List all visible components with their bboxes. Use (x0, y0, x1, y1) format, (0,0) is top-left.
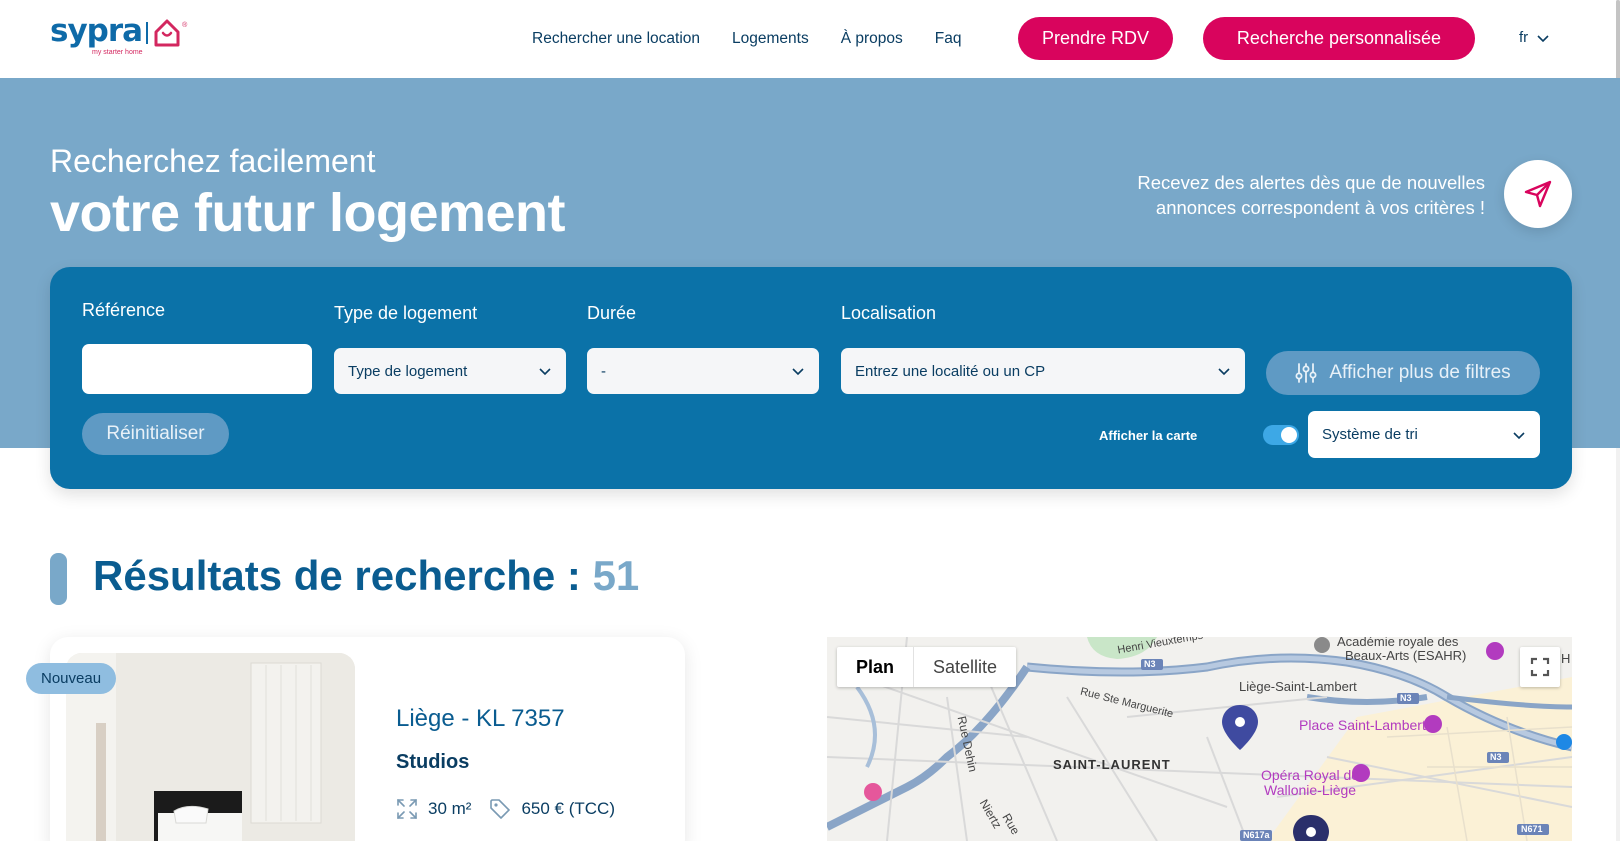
logo-tagline: my starter home (92, 49, 143, 56)
language-selector[interactable]: fr (1519, 29, 1550, 46)
map-label-h: H (1561, 651, 1571, 666)
listing-area: 30 m² (428, 799, 472, 818)
map-label-n3-a: N3 (1144, 659, 1156, 669)
map-view[interactable]: Plan Satellite Académie royale des Beaux… (827, 637, 1572, 841)
price-item: 650 € (TCC) (489, 798, 615, 820)
listing-meta: 30 m² 650 € (TCC) (396, 798, 623, 820)
page: sypra ® my starter home Rechercher une l… (0, 0, 1620, 841)
sort-select-value: Système de tri (1322, 426, 1418, 443)
listing-price: 650 € (TCC) (521, 799, 615, 818)
registered-mark: ® (182, 22, 188, 29)
map-label-n617a: N617a (1243, 830, 1270, 840)
results-count: 51 (592, 552, 640, 599)
map-label-opera-1: Opéra Royal de (1261, 767, 1360, 783)
nav-rechercher[interactable]: Rechercher une location (532, 30, 700, 48)
show-map-toggle[interactable] (1263, 425, 1299, 445)
map-label-n671: N671 (1521, 824, 1543, 834)
map-label-place: Place Saint-Lambert (1299, 717, 1426, 733)
map-label-n3-b: N3 (1400, 693, 1412, 703)
main-nav: Rechercher une location Logements À prop… (532, 0, 994, 78)
sort-select[interactable]: Système de tri (1308, 411, 1540, 458)
expand-icon (397, 799, 417, 819)
location-select[interactable]: Entrez une localité ou un CP (841, 348, 1245, 394)
duration-label: Durée (587, 303, 637, 323)
logo[interactable]: sypra ® my starter home (50, 13, 188, 57)
map-type-tabs: Plan Satellite (837, 647, 1017, 687)
alert-text: Recevez des alertes dès que de nouvelles… (1090, 170, 1485, 220)
site-header: sypra ® my starter home Rechercher une l… (0, 0, 1620, 78)
tab-satellite[interactable]: Satellite (914, 647, 1016, 687)
reset-label: Réinitialiser (106, 423, 205, 444)
map-label-academie-2: Beaux-Arts (ESAHR) (1345, 648, 1467, 663)
nav-faq[interactable]: Faq (935, 30, 962, 48)
logo-text: sypra (50, 13, 143, 49)
alert-subscribe-button[interactable] (1504, 160, 1572, 228)
reference-label: Référence (82, 300, 166, 320)
toggle-knob (1281, 427, 1297, 443)
house-logo-icon (154, 19, 180, 47)
results-heading: Résultats de recherche : 51 (93, 552, 639, 600)
results-accent-bar (50, 553, 67, 605)
duration-select[interactable]: - (587, 348, 819, 394)
area-item: 30 m² (396, 798, 471, 820)
type-label: Type de logement (334, 303, 478, 323)
type-select-value: Type de logement (348, 362, 468, 380)
chevron-down-icon (539, 368, 551, 376)
location-select-value: Entrez une localité ou un CP (855, 362, 1046, 380)
type-select[interactable]: Type de logement (334, 348, 566, 394)
map-label-station: Liège-Saint-Lambert (1239, 679, 1357, 694)
new-badge: Nouveau (26, 663, 117, 694)
map-label-n3-c: N3 (1490, 752, 1502, 762)
nav-logements[interactable]: Logements (732, 30, 809, 48)
sliders-icon (1295, 363, 1317, 383)
map-label-opera-2: Wallonie-Liège (1264, 782, 1357, 798)
fullscreen-button[interactable] (1520, 647, 1560, 687)
prendre-rdv-button[interactable]: Prendre RDV (1018, 17, 1173, 60)
send-icon (1524, 180, 1552, 208)
chevron-down-icon (1537, 34, 1549, 42)
chevron-down-icon (1513, 431, 1525, 439)
location-label: Localisation (841, 303, 937, 323)
show-map-label: Afficher la carte (1099, 428, 1198, 443)
recherche-personnalisee-button[interactable]: Recherche personnalisée (1203, 17, 1475, 60)
listing-type: Studios (396, 751, 470, 773)
fullscreen-icon (1530, 657, 1550, 677)
alert-line-1: Recevez des alertes dès que de nouvelles (1137, 172, 1485, 193)
reference-input[interactable] (82, 344, 312, 394)
language-label: fr (1519, 29, 1529, 46)
logo-divider (146, 22, 149, 44)
map-label-quartier: SAINT-LAURENT (1053, 757, 1171, 772)
duration-select-value: - (601, 362, 606, 380)
alert-line-2: annonces correspondent à vos critères ! (1155, 197, 1485, 218)
results-title: Résultats de recherche (93, 552, 556, 599)
hero-subtitle: Recherchez facilement (50, 143, 376, 179)
results-separator: : (566, 552, 581, 599)
more-filters-button[interactable]: Afficher plus de filtres (1266, 351, 1540, 395)
listing-title[interactable]: Liège - KL 7357 (396, 705, 565, 733)
reset-button[interactable]: Réinitialiser (82, 413, 229, 455)
price-tag-icon (490, 799, 511, 819)
chevron-down-icon (1218, 368, 1230, 376)
more-filters-label: Afficher plus de filtres (1329, 362, 1511, 383)
chevron-down-icon (792, 368, 804, 376)
hero-title: votre futur logement (50, 183, 566, 243)
nav-a-propos[interactable]: À propos (841, 30, 903, 48)
tab-plan[interactable]: Plan (837, 647, 915, 687)
